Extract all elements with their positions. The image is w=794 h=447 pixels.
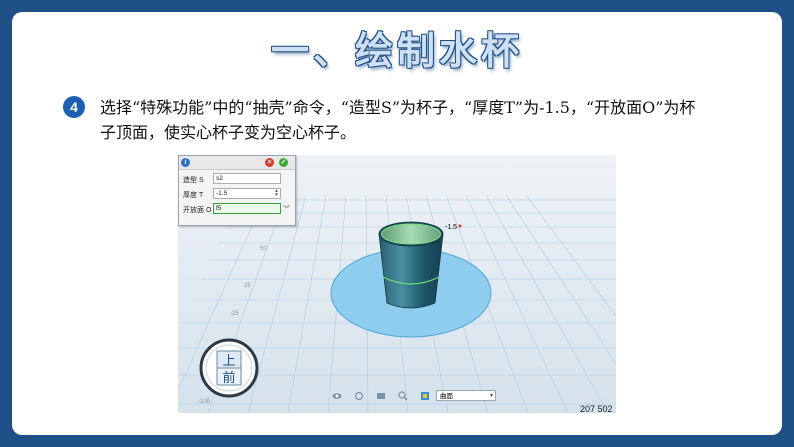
eye-icon[interactable] — [332, 391, 342, 401]
thickness-label: -1.5 — [445, 224, 457, 231]
zoom-icon[interactable] — [398, 391, 408, 401]
ruler-label: 50 — [260, 246, 267, 252]
open-face-label: 开放面 O — [183, 207, 212, 214]
view-toolbar: 曲面 ▾ — [332, 389, 502, 403]
page-title: 一、绘制水杯 — [270, 31, 523, 73]
dialog-header: i × ✓ — [179, 156, 295, 170]
orbit-icon[interactable] — [354, 391, 364, 401]
ruler-label: -25 — [230, 311, 239, 317]
view-top-label[interactable]: 上 — [222, 354, 235, 369]
cup-inner-shell — [381, 223, 441, 245]
step-number-badge: 4 — [63, 96, 85, 118]
view-mode-select[interactable]: 曲面 ▾ — [436, 390, 496, 401]
coordinate-readout: 207 502 — [580, 404, 613, 414]
shell-dialog: i × ✓ 造型 S s2 厚度 T -1.5 ▲ ▼ 开放面 O f5 ︾ — [178, 155, 296, 226]
thickness-field[interactable]: -1.5 ▲ ▼ — [213, 188, 281, 199]
open-face-field[interactable]: f5 — [213, 203, 281, 214]
view-mode-value: 曲面 — [440, 393, 453, 400]
ruler-label: -100 — [198, 399, 211, 405]
ruler-label: 25 — [244, 283, 251, 289]
thickness-handle[interactable] — [458, 224, 462, 228]
render-mode-icon[interactable] — [420, 391, 430, 401]
view-cube[interactable]: 上 前 — [199, 338, 259, 398]
pan-icon[interactable] — [376, 391, 386, 401]
close-icon[interactable]: × — [265, 158, 274, 167]
shape-label: 造型 S — [183, 177, 204, 184]
confirm-icon[interactable]: ✓ — [279, 158, 288, 167]
thickness-label: 厚度 T — [183, 192, 204, 199]
chevron-down-icon: ▾ — [489, 393, 493, 399]
spinner-icon[interactable]: ▲ ▼ — [274, 189, 279, 198]
shape-field[interactable]: s2 — [213, 173, 281, 184]
expand-icon[interactable]: ︾ — [283, 204, 290, 214]
instruction-text: 选择“特殊功能”中的“抽壳”命令，“造型S”为杯子，“厚度T”为-1.5，“开放… — [100, 98, 696, 142]
thickness-value: -1.5 — [216, 190, 228, 197]
view-front-label[interactable]: 前 — [222, 370, 235, 386]
info-icon[interactable]: i — [181, 158, 190, 167]
